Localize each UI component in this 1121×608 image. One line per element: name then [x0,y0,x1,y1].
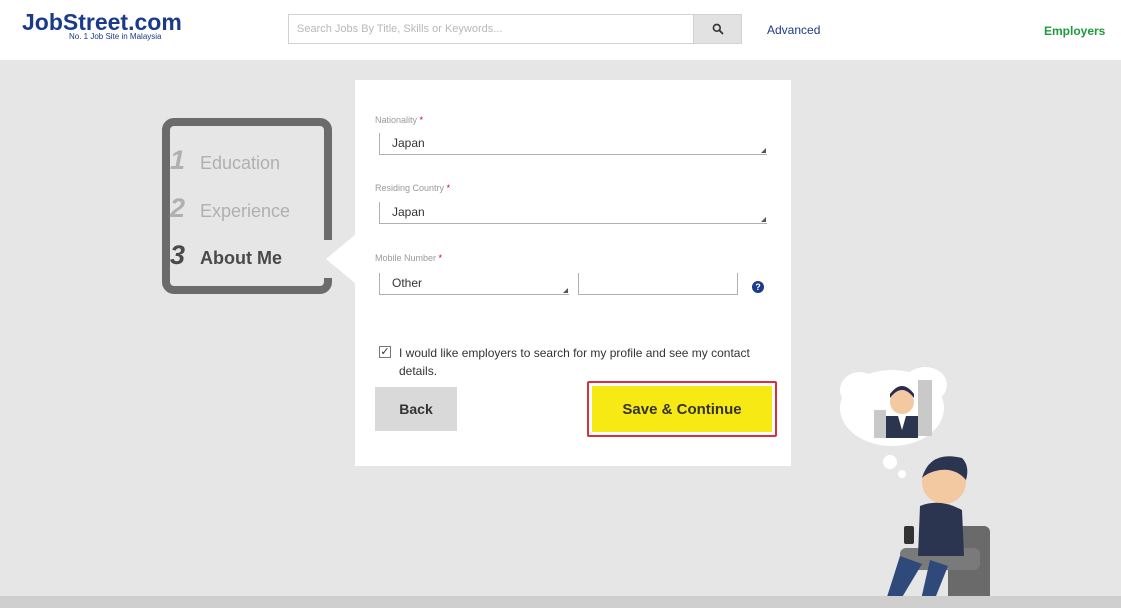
step-label: Education [200,153,281,173]
save-continue-button[interactable]: Save & Continue [592,386,772,432]
question-icon[interactable]: ? [752,281,764,293]
nationality-value: Japan [392,136,425,150]
top-header: JobStreet.com No. 1 Job Site in Malaysia… [0,0,1121,60]
step-number: 3 [170,240,186,270]
search-button[interactable] [694,14,742,44]
search-icon [712,23,724,35]
advanced-search-link[interactable]: Advanced [767,23,820,37]
mobile-number-input[interactable] [578,273,738,295]
nationality-label-text: Nationality [375,115,418,125]
step-experience: 2 Experience [170,193,290,224]
logo-tagline: No. 1 Job Site in Malaysia [69,32,162,41]
mobile-number-label: Mobile Number * [375,253,442,263]
step-label: Experience [200,201,291,221]
country-code-value: Other [392,276,423,290]
step-number: 2 [170,193,186,223]
logo-text: JobStreet.com [22,9,182,35]
step-label: About Me [200,248,282,268]
residing-country-select[interactable]: Japan [379,202,767,224]
select-resize-corner [563,288,568,293]
mobile-number-label-text: Mobile Number [375,253,437,263]
profile-visibility-label: I would like employers to search for my … [399,346,750,378]
select-resize-corner [761,217,766,222]
jobstreet-logo[interactable]: JobStreet.com No. 1 Job Site in Malaysia [22,9,182,42]
residing-country-value: Japan [392,205,425,219]
nationality-label: Nationality * [375,115,423,125]
profile-visibility-checkbox[interactable]: ✓ [379,346,391,358]
job-seeker-illustration [840,367,990,606]
step-pointer [326,234,356,284]
residing-country-label: Residing Country * [375,183,450,193]
step-about-me: 3 About Me [170,240,282,271]
mobile-country-code-select[interactable]: Other [379,273,569,295]
nationality-select[interactable]: Japan [379,133,767,155]
search-input[interactable]: Search Jobs By Title, Skills or Keywords… [288,14,694,44]
required-mark: * [446,183,451,193]
step-number: 1 [170,145,186,175]
back-button[interactable]: Back [375,387,457,431]
employers-link[interactable]: Employers [1044,24,1105,38]
select-resize-corner [761,148,766,153]
page-bottom-strip [0,596,1121,608]
required-mark: * [438,253,443,263]
required-mark: * [419,115,424,125]
step-education: 1 Education [170,145,280,176]
residing-country-label-text: Residing Country [375,183,445,193]
